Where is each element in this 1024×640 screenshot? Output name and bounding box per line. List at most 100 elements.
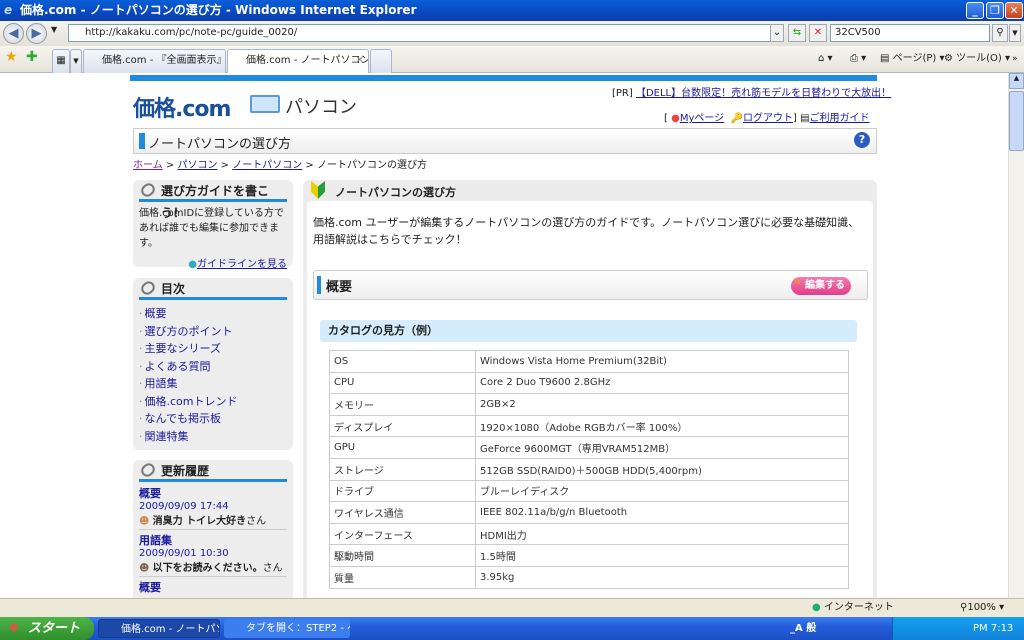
stop-button[interactable]: ✕ — [809, 24, 827, 42]
taskbar-item-ie[interactable]: 価格.com - ノートパソ... — [98, 619, 220, 638]
logout-link[interactable]: ログアウト — [743, 113, 793, 124]
spec-row: ストレージ 512GB SSD(RAID0)＋500GB HDD(5,400rpm… — [329, 457, 849, 481]
print-icon[interactable]: ⎙ ▾ — [850, 51, 866, 67]
ime-bar[interactable]: _A 般 — [790, 617, 816, 640]
scroll-thumb[interactable] — [1009, 91, 1024, 151]
spec-row: ワイヤレス通信 IEEE 802.11a/b/g/n Bluetooth — [329, 501, 849, 524]
refresh-button[interactable]: ⇆ — [788, 24, 806, 42]
site-logo[interactable]: 価格.com — [133, 91, 231, 123]
spec-value: 3.95kg — [475, 565, 849, 589]
maximize-button[interactable]: ❐ — [986, 2, 1004, 19]
taskbar-item-tab[interactable]: タブを開く：STEP2 - ペ... — [224, 619, 350, 638]
toc-item[interactable]: 用語集 — [139, 375, 287, 393]
intro-text: 価格.com ユーザーが編集するノートパソコンの選び方のガイドです。ノートパソコ… — [313, 216, 860, 246]
tab-bar: ★ ✚ ▦ ▼ 価格.com - 『全画面表示』L... 価格.com - ノー… — [0, 46, 1024, 73]
arrow-circle-icon: ● — [188, 259, 197, 270]
toc-item[interactable]: 価格.comトレンド — [139, 393, 287, 411]
toc-item[interactable]: なんでも掲示板 — [139, 410, 287, 428]
main-header: ノートパソコンの選び方 — [335, 186, 456, 199]
status-bar: ● インターネット ⚲100% ▾ — [0, 598, 1024, 617]
history-entry-title[interactable]: 概要 — [139, 485, 287, 501]
vertical-scrollbar[interactable]: ▲ — [1008, 73, 1024, 598]
history-entry-title[interactable]: 概要 — [139, 579, 287, 595]
history-entry-date: 2009/09/09 17:44 — [139, 501, 229, 512]
clip-icon — [138, 460, 158, 480]
pr-link[interactable]: 【DELL】台数限定！売れ筋モデルを日替わりで大放出！ — [636, 88, 891, 99]
address-dropdown[interactable]: ⌄ — [770, 24, 784, 42]
close-tab-icon[interactable]: ✕ — [356, 50, 364, 72]
toc-item[interactable]: 主要なシリーズ — [139, 340, 287, 358]
window-title: 価格.com - ノートパソコンの選び方 - Windows Internet … — [20, 3, 417, 17]
favorites-star-icon[interactable]: ★ — [5, 49, 18, 65]
spec-row: 駆動時間 1.5時間 — [329, 544, 849, 567]
windows-logo-icon: ❖ — [8, 621, 20, 636]
toc-box: 目次 概要 選び方のポイント 主要なシリーズ よくある質問 用語集 価格.com… — [133, 278, 293, 450]
breadcrumb-current: ノートパソコンの選び方 — [316, 160, 427, 171]
toc-item[interactable]: よくある質問 — [139, 358, 287, 376]
search-icon[interactable]: ⚲ — [992, 24, 1008, 42]
mypage-link[interactable]: Myページ — [680, 113, 724, 124]
history-entry-date: 2009/09/01 10:30 — [139, 548, 229, 559]
spec-value: GeForce 9600MGT（専用VRAM512MB） — [475, 436, 849, 459]
catalog-title: カタログの見方（例） — [320, 320, 857, 342]
toc-item[interactable]: 選び方のポイント — [139, 323, 287, 341]
help-icon[interactable]: ? — [854, 132, 870, 148]
edit-button[interactable]: ✎ 編集する — [791, 277, 851, 295]
taskbar: ❖スタート 価格.com - ノートパソ... タブを開く：STEP2 - ペ.… — [0, 617, 1024, 640]
history-dropdown[interactable]: ▼ — [51, 25, 57, 34]
tab-1[interactable]: 価格.com - 『全画面表示』L... — [83, 49, 226, 73]
history-entry-title[interactable]: 用語集 — [139, 532, 287, 548]
zone-indicator: ● インターネット — [812, 602, 894, 613]
web-page: [PR] 【DELL】台数限定！売れ筋モデルを日替わりで大放出！ 価格.com … — [0, 73, 1008, 598]
spec-table: OS Windows Vista Home Premium(32Bit) CPU Co… — [329, 350, 849, 589]
section-bar: 概要 ✎ 編集する — [313, 270, 868, 300]
minimize-button[interactable]: _ — [966, 2, 984, 19]
page-title: ノートパソコンの選び方 — [148, 137, 292, 152]
spec-value: 1920×1080（Adobe RGBカバー率 100%） — [475, 414, 849, 438]
address-bar[interactable]: http://kakaku.com/pc/note-pc/guide_0020/ — [68, 24, 784, 42]
more-icon[interactable]: » — [1012, 51, 1018, 67]
breadcrumb-home[interactable]: ホーム — [133, 160, 163, 171]
spec-label: ワイヤレス通信 — [329, 501, 476, 524]
spec-value: HDMI出力 — [475, 522, 849, 546]
back-button[interactable]: ◀ — [3, 23, 24, 44]
quick-tabs-button[interactable]: ▦ — [52, 49, 70, 73]
search-input[interactable]: 32CV500 — [830, 24, 990, 42]
spec-row: OS Windows Vista Home Premium(32Bit) — [329, 350, 849, 373]
forward-button[interactable]: ▶ — [26, 23, 47, 44]
page-menu[interactable]: ▤ ページ(P) ▾ — [880, 51, 944, 67]
new-tab-button[interactable] — [370, 49, 392, 73]
add-favorites-icon[interactable]: ✚ — [26, 49, 38, 65]
write-guide-box: 選び方ガイドを書こう！ 価格.comIDに登録している方であれば誰でも編集に参加… — [133, 180, 293, 270]
scroll-up-button[interactable]: ▲ — [1009, 73, 1024, 89]
guideline-link[interactable]: ガイドラインを見る — [197, 259, 287, 270]
breadcrumb-notepc[interactable]: ノートパソコン — [232, 160, 302, 171]
user-avatar-icon: ☻ — [139, 563, 150, 574]
spec-value: 512GB SSD(RAID0)＋500GB HDD(5,400rpm) — [475, 457, 849, 481]
spec-label: ストレージ — [329, 457, 476, 481]
spec-label: ディスプレイ — [329, 414, 476, 438]
spec-label: OS — [329, 350, 476, 373]
spec-label: GPU — [329, 436, 476, 459]
guide-link[interactable]: ご利用ガイド — [810, 113, 870, 124]
search-options[interactable]: ▼ — [1009, 24, 1021, 42]
close-button[interactable]: ✕ — [1005, 2, 1023, 19]
home-icon[interactable]: ⌂ ▾ — [818, 51, 833, 67]
toc-item[interactable]: 関連特集 — [139, 428, 287, 446]
tab-list-button[interactable]: ▼ — [70, 49, 82, 73]
start-button[interactable]: ❖ スタート — [0, 617, 94, 640]
spec-label: 質量 — [329, 565, 476, 589]
pr-line: [PR] 【DELL】台数限定！売れ筋モデルを日替わりで大放出！ — [612, 88, 892, 99]
history-box: 更新履歴 概要 2009/09/09 17:44 ☻ 消臭力 トイレ大好きさん … — [133, 460, 293, 598]
toc-item[interactable]: 概要 — [139, 305, 287, 323]
ie-icon: e — [4, 3, 13, 17]
title-bar: e 価格.com - ノートパソコンの選び方 - Windows Interne… — [0, 0, 1024, 21]
tools-menu[interactable]: ⚙ ツール(O) ▾ — [944, 51, 1010, 67]
spec-label: インターフェース — [329, 522, 476, 546]
spec-value: Core 2 Duo T9600 2.8GHz — [475, 371, 849, 395]
breadcrumb-pc[interactable]: パソコン — [177, 160, 217, 171]
user-avatar-icon: ☻ — [139, 516, 150, 527]
zoom-control[interactable]: ⚲100% ▾ — [960, 599, 1004, 617]
history-entry-user: 以下をお読みください。 — [152, 563, 263, 574]
tab-2-active[interactable]: 価格.com - ノートパソコン... ✕ — [227, 49, 369, 73]
